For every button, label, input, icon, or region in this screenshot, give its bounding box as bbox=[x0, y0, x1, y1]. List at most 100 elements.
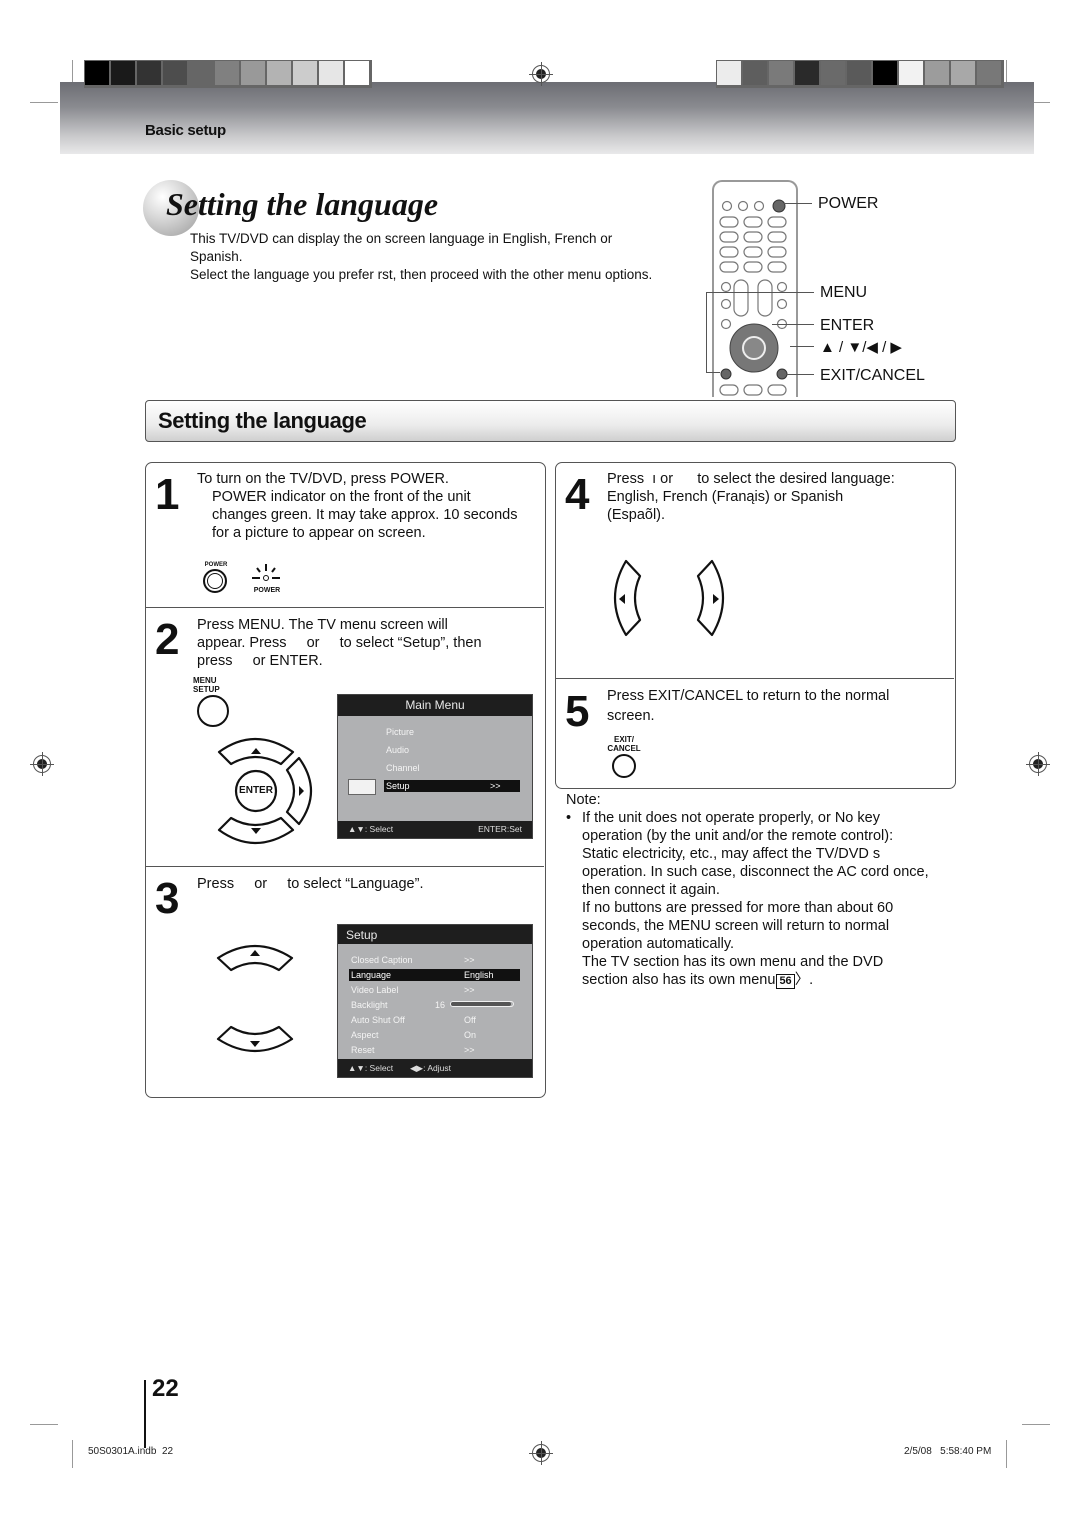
setup-menu-screen: Setup Closed Caption >> Language English Vid… bbox=[337, 924, 533, 1078]
crop-mark bbox=[1022, 1424, 1050, 1425]
color-swatch bbox=[795, 61, 821, 85]
setup-menu-footer: ▲▼: Select ◀▶: Adjust bbox=[338, 1059, 532, 1077]
crop-mark bbox=[30, 102, 58, 103]
note-bullet: • bbox=[566, 810, 572, 826]
menu-item-picture[interactable]: Picture bbox=[386, 727, 414, 737]
setup-row-label: Auto Shut Off bbox=[351, 1015, 405, 1025]
setup-row[interactable]: Video Label >> bbox=[349, 984, 520, 996]
setup-row-label: Language bbox=[351, 970, 392, 980]
main-menu-screen: Main Menu Picture Audio Channel Setup >>… bbox=[337, 694, 533, 839]
leader-line bbox=[706, 292, 814, 293]
step5-text: Press EXIT/CANCEL to return to the norma… bbox=[607, 686, 952, 726]
note-line: operation. In such case, disconnect the … bbox=[582, 864, 929, 880]
setup-row[interactable]: Reset >> bbox=[349, 1044, 520, 1056]
color-swatch bbox=[345, 61, 371, 85]
footer-select-hint: ▲▼: Select bbox=[348, 824, 394, 834]
remote-label-enter: ENTER bbox=[820, 317, 875, 334]
step-number: 5 bbox=[565, 687, 590, 736]
step-line: press or ENTER. bbox=[197, 653, 323, 669]
note-line: If no buttons are pressed for more than … bbox=[582, 900, 894, 916]
left-button-icon bbox=[613, 559, 642, 637]
leader-line bbox=[706, 292, 707, 372]
setup-row[interactable]: Language English bbox=[349, 969, 520, 981]
remote-label-menu: MENU bbox=[820, 284, 868, 301]
color-swatch bbox=[137, 61, 163, 85]
leader-line bbox=[772, 324, 814, 325]
leader-line bbox=[706, 372, 720, 373]
note-line: section also has its own menu 56 〉. bbox=[582, 972, 814, 989]
remote-label-exit-cancel: EXIT/CANCEL bbox=[820, 367, 925, 384]
intro-line: Spanish. bbox=[190, 249, 243, 264]
leader-line bbox=[784, 203, 812, 204]
page-number: 22 bbox=[152, 1375, 179, 1402]
exit-cancel-button-icon bbox=[612, 754, 636, 778]
cancel-label-line: CANCEL bbox=[607, 744, 641, 753]
remote-label-power: POWER bbox=[818, 195, 879, 212]
step1-text: To turn on the TV/DVD, press POWER. POWE… bbox=[197, 470, 542, 542]
color-swatch bbox=[847, 61, 873, 85]
header-band bbox=[60, 82, 1034, 154]
note-body: If the unit does not operate properly, o… bbox=[582, 809, 952, 989]
color-swatch bbox=[241, 61, 267, 85]
main-menu-title: Main Menu bbox=[338, 695, 532, 716]
color-swatches-left bbox=[84, 60, 372, 88]
step2-text: Press MENU. The TV menu screen will appe… bbox=[197, 616, 542, 670]
menu-item-setup[interactable]: Setup >> bbox=[384, 780, 520, 792]
step-number: 3 bbox=[155, 874, 180, 923]
step-line: Press ı or to select the desired languag… bbox=[607, 471, 895, 487]
note-line: The TV section has its own menu and the … bbox=[582, 954, 884, 970]
menu-button-icon bbox=[197, 695, 229, 727]
note-line: operation automatically. bbox=[582, 936, 735, 952]
menu-item-setup-label: Setup bbox=[386, 781, 410, 791]
footer-set-hint: ENTER:Set bbox=[478, 824, 522, 834]
note-line: Static electricity, etc., may affect the… bbox=[582, 846, 881, 862]
menu-item-setup-arrow: >> bbox=[490, 781, 501, 791]
color-swatch bbox=[873, 61, 899, 85]
color-swatch bbox=[293, 61, 319, 85]
setup-icon bbox=[348, 779, 376, 795]
color-swatch bbox=[111, 61, 137, 85]
step-line: changes green. It may take approx. 10 se… bbox=[212, 507, 518, 523]
down-button-icon bbox=[216, 1025, 294, 1053]
registration-mark-icon bbox=[30, 752, 54, 776]
step-number: 2 bbox=[155, 615, 180, 664]
step-divider bbox=[556, 678, 954, 679]
note-line: seconds, the MENU screen will return to … bbox=[582, 918, 890, 934]
setup-row[interactable]: Auto Shut Off Off bbox=[349, 1014, 520, 1026]
setup-row[interactable]: Closed Caption >> bbox=[349, 954, 520, 966]
step-line: To turn on the TV/DVD, press POWER. bbox=[197, 471, 449, 487]
crop-mark bbox=[30, 1424, 58, 1425]
remote-buttons-icon bbox=[719, 199, 788, 396]
setup-row-label: Aspect bbox=[351, 1030, 379, 1040]
up-button-icon bbox=[216, 944, 294, 972]
footer-select-hint: ▲▼: Select bbox=[348, 1063, 394, 1073]
intro-line: This TV/DVD can display the on screen la… bbox=[190, 231, 613, 246]
step-line: (Espaõl). bbox=[607, 507, 666, 523]
page-title: Setting the language bbox=[166, 186, 439, 222]
setup-row-label: Closed Caption bbox=[351, 955, 413, 965]
page-reference-badge[interactable]: 56 bbox=[776, 974, 795, 989]
crop-mark bbox=[1006, 1440, 1007, 1468]
power-indicator-icon bbox=[252, 564, 280, 581]
setup-row-label: Reset bbox=[351, 1045, 375, 1055]
menu-button-label: MENU SETUP bbox=[193, 676, 220, 694]
menu-item-channel[interactable]: Channel bbox=[386, 763, 420, 773]
setup-row-value: >> bbox=[464, 985, 475, 995]
backlight-slider[interactable] bbox=[450, 1001, 514, 1007]
step-line: POWER indicator on the front of the unit bbox=[212, 489, 471, 505]
setup-row-value: >> bbox=[464, 955, 475, 965]
note-line: then connect it again. bbox=[582, 882, 720, 898]
color-swatches-right bbox=[716, 60, 1004, 88]
step-line: Press EXIT/CANCEL to return to the norma… bbox=[607, 688, 890, 704]
step-line: screen. bbox=[607, 708, 655, 724]
step-number: 1 bbox=[155, 470, 180, 519]
color-swatch bbox=[215, 61, 241, 85]
color-swatch bbox=[951, 61, 977, 85]
setup-row[interactable]: Aspect On bbox=[349, 1029, 520, 1041]
menu-item-audio[interactable]: Audio bbox=[386, 745, 409, 755]
note-line: operation (by the unit and/or the remote… bbox=[582, 828, 894, 844]
color-swatch bbox=[769, 61, 795, 85]
exit-cancel-button-label: EXIT/ CANCEL bbox=[602, 735, 646, 753]
crop-mark bbox=[72, 1440, 73, 1468]
leader-line bbox=[790, 346, 814, 347]
